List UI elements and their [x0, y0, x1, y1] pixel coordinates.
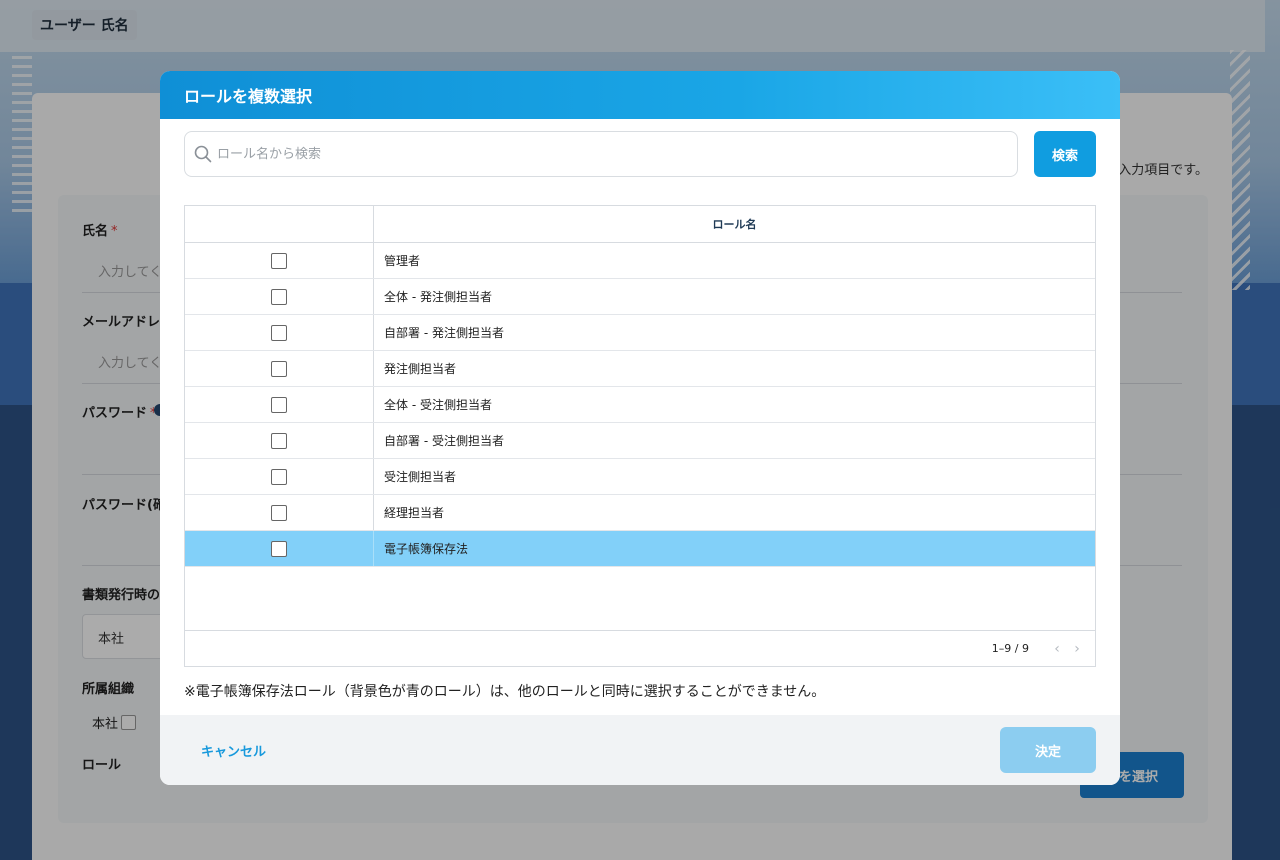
table-header: ロール名 [185, 206, 1095, 243]
row-checkbox-cell [185, 243, 374, 278]
table-row[interactable]: 電子帳簿保存法 [185, 531, 1095, 567]
cancel-button[interactable]: キャンセル [201, 741, 266, 760]
row-checkbox[interactable] [271, 540, 287, 557]
table-row[interactable]: 受注側担当者 [185, 459, 1095, 495]
row-checkbox[interactable] [271, 324, 287, 341]
modal-footer: キャンセル 決定 [160, 715, 1120, 785]
search-button[interactable]: 検索 [1034, 131, 1096, 177]
pagination-text: 1–9 / 9 [991, 642, 1029, 655]
role-name-header: ロール名 [712, 218, 757, 231]
row-checkbox-cell [185, 459, 374, 494]
row-checkbox-cell [185, 495, 374, 530]
role-name-cell: 全体 - 発注側担当者 [384, 290, 492, 304]
row-checkbox[interactable] [271, 288, 287, 305]
search-row: 検索 [184, 131, 1096, 177]
row-checkbox[interactable] [271, 360, 287, 377]
row-checkbox[interactable] [271, 396, 287, 413]
row-checkbox-cell [185, 531, 374, 566]
role-name-cell: 受注側担当者 [384, 470, 457, 484]
table-row[interactable]: 全体 - 発注側担当者 [185, 279, 1095, 315]
table-row[interactable]: 自部署 - 受注側担当者 [185, 423, 1095, 459]
role-name-cell: 自部署 - 受注側担当者 [384, 434, 504, 448]
modal-header: ロールを複数選択 [160, 71, 1120, 119]
table-row[interactable]: 経理担当者 [185, 495, 1095, 531]
modal-title: ロールを複数選択 [184, 87, 313, 106]
row-checkbox[interactable] [271, 468, 287, 485]
row-checkbox[interactable] [271, 252, 287, 269]
search-box[interactable] [184, 131, 1018, 177]
role-name-cell: 電子帳簿保存法 [384, 542, 469, 556]
search-icon [194, 145, 212, 163]
chevron-right-icon[interactable]: › [1067, 639, 1087, 659]
table-body: 管理者全体 - 発注側担当者 自部署 - 発注側担当者 発注側担当者全体 - 受注側… [185, 243, 1095, 567]
role-table: ロール名 管理者全体 - 発注側担当者 自部署 - 発注側担当者 発注側担当者全体 … [184, 205, 1096, 667]
row-checkbox-cell [185, 423, 374, 458]
confirm-button[interactable]: 決定 [1000, 727, 1096, 773]
table-row[interactable]: 自部署 - 発注側担当者 [185, 315, 1095, 351]
role-name-cell: 全体 - 受注側担当者 [384, 398, 492, 412]
role-name-cell: 管理者 [384, 254, 421, 268]
exclusion-note: ※電子帳簿保存法ロール（背景色が青のロール）は、他のロールと同時に選択することが… [184, 684, 826, 700]
table-row[interactable]: 管理者 [185, 243, 1095, 279]
role-name-cell: 経理担当者 [384, 506, 445, 520]
table-pagination: 1–9 / 9 ‹ › [185, 630, 1095, 666]
row-checkbox-cell [185, 315, 374, 350]
table-row[interactable]: 全体 - 受注側担当者 [185, 387, 1095, 423]
role-select-modal: ロールを複数選択 検索 ロール名 管理者全体 - 発注側担当者自部署 - 発注側… [160, 71, 1120, 785]
chevron-left-icon[interactable]: ‹ [1047, 639, 1067, 659]
row-checkbox[interactable] [271, 432, 287, 449]
row-checkbox[interactable] [271, 504, 287, 521]
role-name-cell: 自部署 - 発注側担当者 [384, 326, 504, 340]
row-checkbox-cell [185, 351, 374, 386]
row-checkbox-cell [185, 279, 374, 314]
header-checkbox-column [185, 206, 374, 242]
role-name-cell: 発注側担当者 [384, 362, 457, 376]
table-row[interactable]: 発注側担当者 [185, 351, 1095, 387]
search-input[interactable] [217, 132, 1007, 176]
row-checkbox-cell [185, 387, 374, 422]
